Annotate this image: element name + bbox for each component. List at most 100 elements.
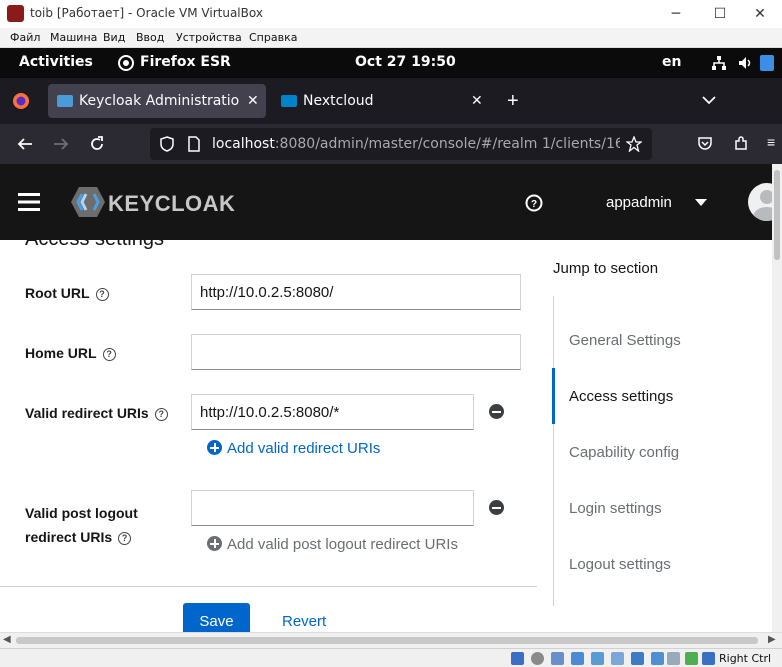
scroll-left-icon[interactable]: ◀ — [3, 634, 11, 645]
menu-machine[interactable]: Машина — [50, 31, 97, 44]
help-icon[interactable]: ? — [102, 347, 116, 361]
save-button[interactable]: Save — [183, 603, 250, 632]
menu-input[interactable]: Ввод — [136, 31, 164, 44]
display-icon[interactable] — [631, 652, 644, 665]
keycloak-logo-icon — [71, 187, 105, 217]
svg-text:?: ? — [531, 199, 537, 210]
tab-close-icon[interactable]: ✕ — [471, 93, 483, 109]
recording-icon[interactable] — [651, 652, 664, 665]
menu-help[interactable]: Справка — [249, 31, 297, 44]
jump-access-settings[interactable]: Access settings — [569, 388, 673, 405]
revert-button[interactable]: Revert — [282, 613, 326, 630]
menu-view[interactable]: Вид — [103, 31, 125, 44]
vertical-scroll-thumb[interactable] — [774, 170, 780, 260]
keyboard-layout[interactable]: en — [662, 54, 681, 70]
url-bar[interactable]: localhost:8080/admin/master/console/#/re… — [150, 128, 652, 160]
tab-title: Nextcloud — [303, 93, 374, 109]
plus-circle-icon — [207, 536, 222, 551]
window-title: toib [Работает] - Oracle VM VirtualBox — [30, 6, 263, 20]
post-logout-uri-input[interactable] — [191, 490, 474, 526]
url-text[interactable]: localhost:8080/admin/master/console/#/re… — [212, 136, 620, 152]
network-adapter-icon[interactable] — [571, 652, 584, 665]
gnome-top-bar: Activities Firefox ESR Oct 27 19:50 en — [0, 48, 782, 78]
virtualbox-vm-icon — [7, 5, 24, 22]
audio-icon[interactable] — [551, 652, 564, 665]
menu-devices[interactable]: Устройства — [176, 31, 242, 44]
client-details-form: Access settings Root URL? http://10.0.2.… — [0, 240, 772, 632]
bookmark-star-icon[interactable] — [626, 136, 642, 152]
network-icon[interactable] — [711, 55, 727, 71]
vt-x-icon[interactable] — [685, 652, 698, 665]
divider — [0, 586, 537, 587]
hamburger-menu-icon[interactable] — [18, 192, 40, 212]
activities-button[interactable]: Activities — [19, 54, 93, 70]
jump-nav-track — [553, 296, 554, 606]
redirect-uris-label: Valid redirect URIs? — [25, 405, 168, 421]
add-post-logout-uri-button[interactable]: Add valid post logout redirect URIs — [207, 536, 458, 553]
jump-capability-config[interactable]: Capability config — [569, 444, 679, 461]
jump-nav-active-indicator — [552, 368, 555, 424]
jump-login-settings[interactable]: Login settings — [569, 500, 662, 517]
shared-folders-icon[interactable] — [611, 652, 624, 665]
clock[interactable]: Oct 27 19:50 — [355, 54, 456, 70]
hdd-icon[interactable] — [511, 652, 524, 665]
jump-general-settings[interactable]: General Settings — [569, 332, 681, 349]
firefox-app-icon — [118, 55, 134, 71]
scroll-right-icon[interactable]: ▶ — [768, 634, 776, 645]
pocket-icon[interactable] — [697, 136, 713, 152]
optical-drive-icon[interactable] — [531, 652, 544, 665]
page-icon[interactable] — [187, 136, 201, 152]
new-tab-icon[interactable]: + — [507, 90, 519, 113]
redirect-uri-input[interactable]: http://10.0.2.5:8080/* — [191, 394, 474, 430]
extensions-puzzle-icon[interactable] — [733, 136, 749, 152]
maximize-icon[interactable]: ☐ — [698, 0, 742, 28]
remove-post-logout-uri-icon[interactable] — [489, 500, 504, 515]
tab-title: Keycloak Administration U — [79, 93, 239, 109]
tab-keycloak[interactable]: Keycloak Administration U ✕ — [48, 84, 266, 118]
forward-arrow-icon[interactable] — [53, 136, 69, 152]
keycloak-logo-text: KEYCLOAK — [108, 191, 236, 216]
menu-file[interactable]: Файл — [10, 31, 40, 44]
tab-close-icon[interactable]: ✕ — [247, 93, 259, 109]
volume-icon[interactable] — [738, 55, 754, 71]
reload-icon[interactable] — [89, 136, 105, 152]
shield-icon[interactable] — [159, 136, 175, 152]
help-icon[interactable]: ? — [525, 194, 543, 212]
jump-to-section-title: Jump to section — [553, 260, 659, 277]
plus-circle-icon — [207, 440, 222, 455]
home-url-label: Home URL? — [25, 345, 116, 361]
add-redirect-uri-button[interactable]: Add valid redirect URIs — [207, 440, 380, 457]
help-icon[interactable]: ? — [118, 531, 132, 545]
app-menu-icon[interactable]: ≡ — [767, 134, 775, 150]
vbox-statusbar: Right Ctrl — [0, 648, 782, 667]
host-key-label: Right Ctrl — [719, 652, 772, 665]
jump-logout-settings[interactable]: Logout settings — [569, 556, 671, 573]
firefox-view-icon[interactable] — [12, 92, 30, 110]
user-menu[interactable]: appadmin — [606, 194, 672, 211]
remove-redirect-uri-icon[interactable] — [489, 404, 504, 419]
power-menu-icon[interactable] — [760, 55, 774, 71]
minimize-icon[interactable]: ─ — [654, 0, 698, 28]
app-menu[interactable]: Firefox ESR — [140, 54, 231, 70]
root-url-input[interactable]: http://10.0.2.5:8080/ — [191, 274, 521, 310]
help-icon[interactable]: ? — [95, 287, 109, 301]
back-arrow-icon[interactable] — [17, 136, 33, 152]
mouse-integration-icon[interactable] — [702, 652, 715, 665]
tab-nextcloud[interactable]: Nextcloud ✕ — [272, 84, 492, 118]
horizontal-scroll-thumb[interactable] — [16, 637, 758, 644]
home-url-input[interactable] — [191, 334, 521, 370]
vertical-scrollbar[interactable] — [772, 164, 782, 632]
vbox-menubar: Файл Машина Вид Ввод Устройства Справка — [0, 28, 782, 48]
post-logout-label: Valid post logout redirect URIs? — [25, 505, 138, 545]
section-heading: Access settings — [25, 240, 164, 251]
usb-icon[interactable] — [591, 652, 604, 665]
tab-list-chevron-down-icon[interactable] — [702, 95, 716, 105]
caret-down-icon[interactable] — [695, 199, 707, 207]
help-icon[interactable]: ? — [154, 407, 168, 421]
cpu-icon[interactable] — [667, 652, 680, 665]
horizontal-scrollbar[interactable]: ◀ ▶ — [0, 632, 782, 648]
vbox-titlebar: toib [Работает] - Oracle VM VirtualBox ─… — [0, 0, 782, 28]
nextcloud-favicon-icon — [281, 95, 297, 107]
close-icon[interactable]: ✕ — [738, 0, 782, 28]
root-url-label: Root URL? — [25, 285, 109, 301]
